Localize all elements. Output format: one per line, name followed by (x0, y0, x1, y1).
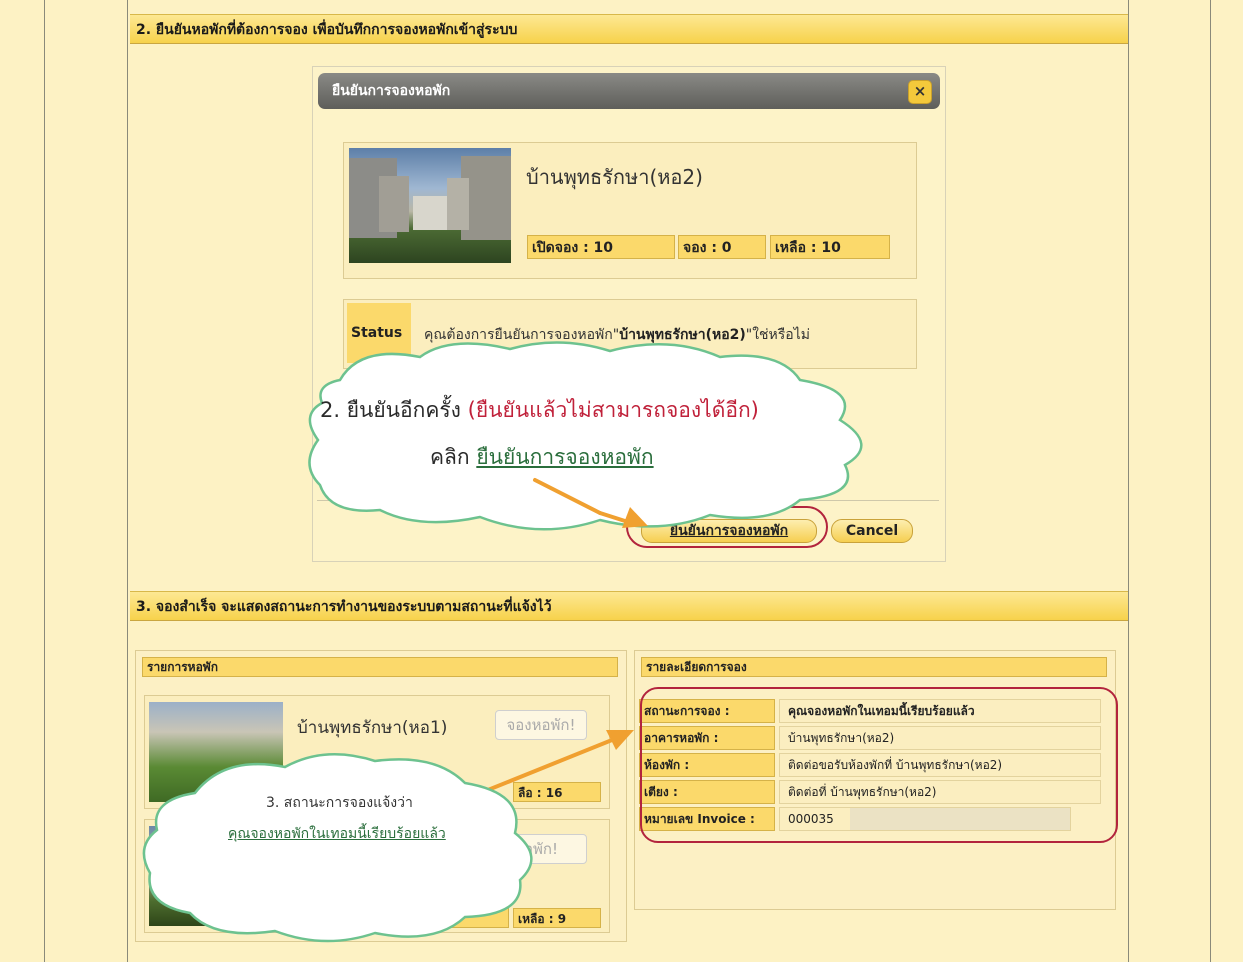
callout3-link: คุณจองหอพักในเทอมนี้เรียบร้อยแล้ว (228, 826, 446, 842)
section2-title: 2. ยืนยันหอพักที่ต้องการจอง เพื่อบันทึกก… (130, 14, 1128, 44)
callout2-line1: 2. ยืนยันอีกครั้ง (ยืนยันแล้วไม่สามารถจอ… (320, 394, 759, 427)
page-border-left (44, 0, 45, 962)
dorm-card: บ้านพุทธรักษา(หอ2) เปิดจอง : 10 จอง : 0 … (343, 142, 917, 279)
close-icon[interactable]: × (908, 80, 932, 104)
content-border-right (1128, 0, 1129, 962)
dialog-title: ยืนยันการจองหอพัก (332, 83, 451, 99)
booking-detail-header: รายละเอียดการจอง (641, 657, 1107, 677)
callout2-line1-red: (ยืนยันแล้วไม่สามารถจองได้อีก) (467, 398, 759, 422)
dorm-name: บ้านพุทธรักษา(หอ2) (526, 165, 703, 189)
dorm-list-header: รายการหอพัก (142, 657, 618, 677)
callout2-line1-black: 2. ยืนยันอีกครั้ง (320, 398, 468, 422)
callout2-line2: คลิก ยืนยันการจองหอพัก (430, 441, 654, 474)
dorm-photo (349, 148, 511, 263)
callout2-link: ยืนยันการจองหอพัก (476, 445, 654, 469)
stat-remaining: เหลือ : 10 (770, 235, 890, 259)
callout2-line2-prefix: คลิก (430, 445, 477, 469)
stat-booked: จอง : 0 (678, 235, 766, 259)
callout3-line1: 3. สถานะการจองแจ้งว่า (266, 795, 413, 811)
page-border-right (1210, 0, 1211, 962)
section3-title: 3. จองสำเร็จ จะแสดงสถานะการทำงานของระบบต… (130, 591, 1128, 621)
dialog-titlebar: ยืนยันการจองหอพัก × (318, 73, 940, 109)
content-border-left (127, 0, 128, 962)
callout-cloud-3 (142, 753, 533, 943)
booking-detail-highlight (640, 687, 1118, 843)
stat-open: เปิดจอง : 10 (527, 235, 675, 259)
